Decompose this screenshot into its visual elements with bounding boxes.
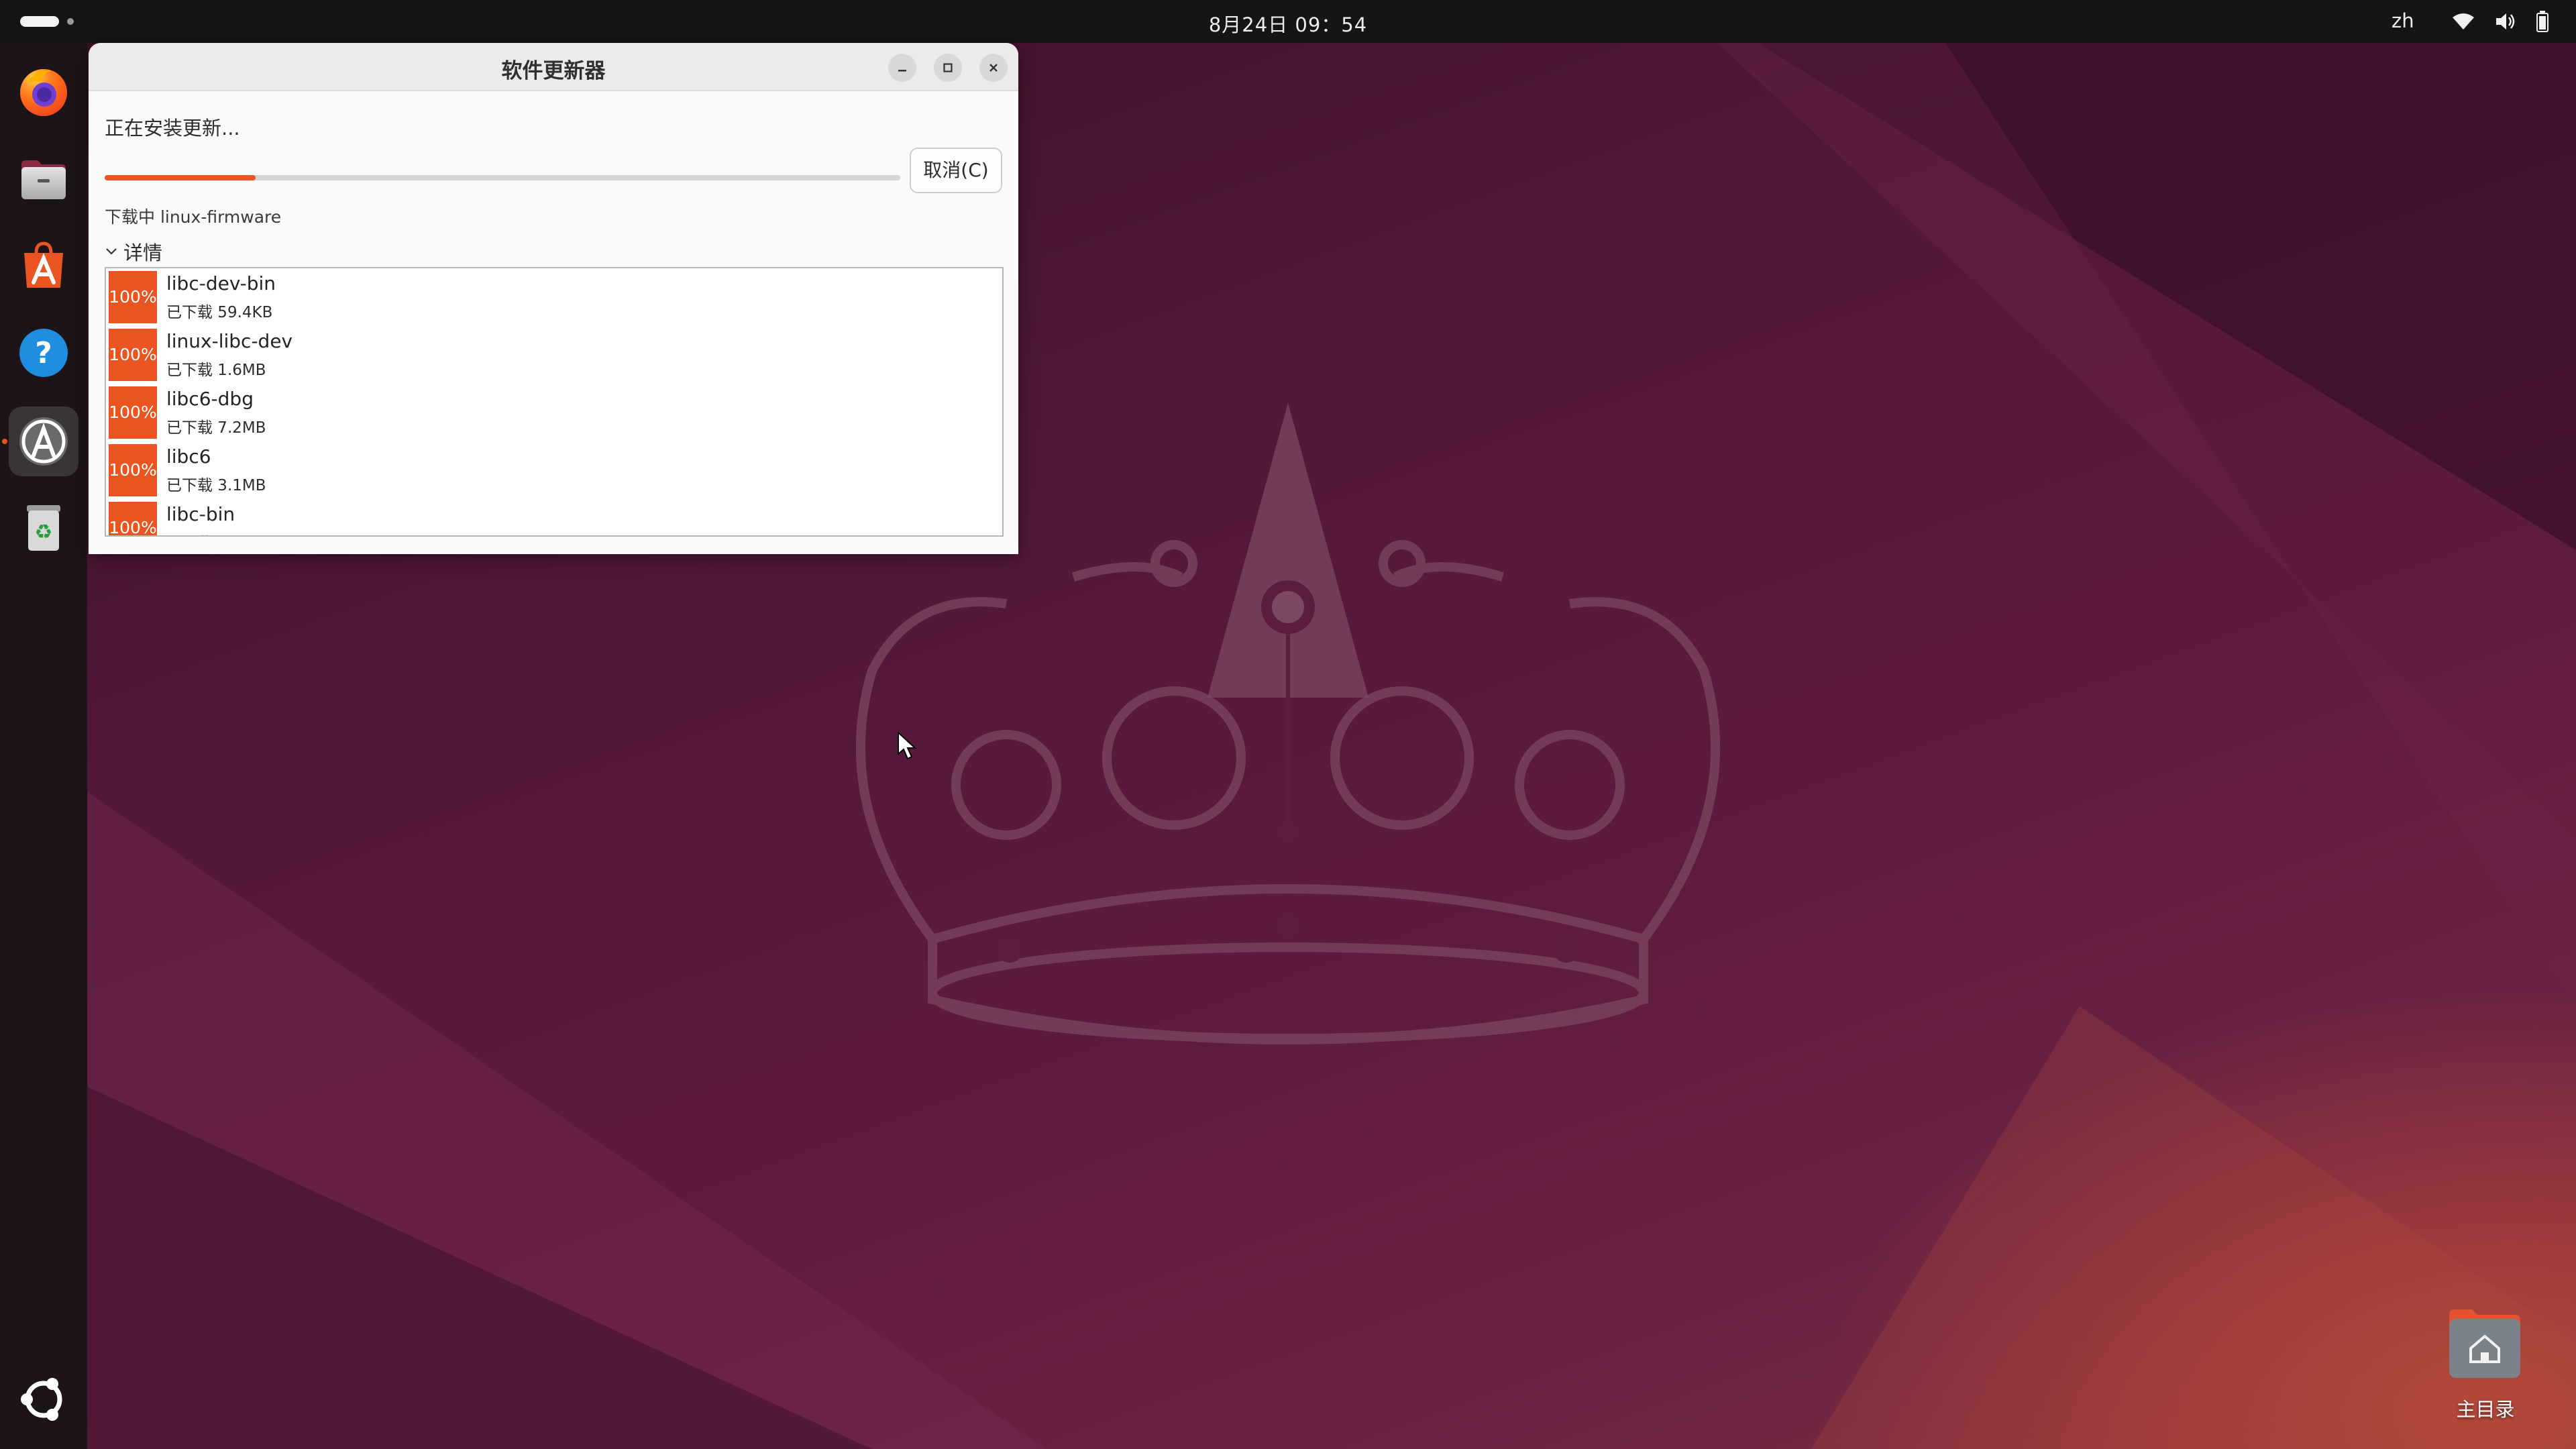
maximize-icon (943, 63, 953, 72)
list-item: 100% libc6-dbg 已下载 7.2MB (106, 384, 1002, 441)
clock[interactable]: 8月24日 09：54 (0, 9, 2576, 38)
list-item: 100% libc6 已下载 3.1MB (106, 441, 1002, 499)
package-progress: 100% (109, 271, 157, 323)
dock-app-center[interactable] (9, 231, 78, 301)
package-downloaded: 已下载 7.2MB (166, 419, 266, 437)
package-name: libc6 (166, 445, 211, 468)
details-label: 详情 (123, 241, 163, 264)
package-downloaded: 已下载 3.1MB (166, 477, 266, 494)
package-downloaded: 已下载 ... (166, 530, 232, 535)
dock-software-updater[interactable] (9, 407, 78, 476)
dock-trash[interactable]: ♻ (9, 492, 78, 562)
list-item: 100% linux-libc-dev 已下载 1.6MB (106, 326, 1002, 384)
dock-firefox[interactable] (9, 56, 78, 126)
svg-text:?: ? (35, 336, 52, 370)
volume-icon (2496, 13, 2515, 30)
top-bar: 8月24日 09：54 zh (0, 0, 2576, 43)
close-icon (989, 64, 998, 72)
mouse-cursor-icon (898, 731, 917, 760)
battery-icon (2536, 11, 2548, 32)
list-item: 100% libc-dev-bin 已下载 59.4KB (106, 268, 1002, 326)
dock-help[interactable]: ? (9, 318, 78, 388)
software-updater-window: 软件更新器 正在安装更新... 取消(C) 下载中 linux-firmware… (89, 43, 1018, 554)
show-apps-button[interactable] (9, 1364, 78, 1434)
package-name: linux-libc-dev (166, 330, 293, 352)
window-title: 软件更新器 (501, 59, 606, 83)
list-item: 100% libc-bin 已下载 ... (106, 499, 1002, 535)
package-progress: 100% (109, 444, 157, 496)
package-progress: 100% (109, 502, 157, 535)
package-downloaded: 已下载 59.4KB (166, 304, 273, 321)
system-tray[interactable] (2452, 11, 2548, 32)
details-expander[interactable]: 详情 (105, 237, 162, 266)
input-method-indicator[interactable]: zh (2392, 9, 2414, 32)
running-indicator (2, 439, 7, 444)
cancel-button[interactable]: 取消(C) (910, 148, 1002, 193)
minimize-icon (898, 70, 906, 72)
package-name: libc-bin (166, 503, 235, 525)
install-status: 正在安装更新... (105, 117, 240, 140)
software-updater-icon (19, 417, 68, 466)
minimize-button[interactable] (888, 54, 916, 82)
wifi-icon (2453, 13, 2474, 30)
package-progress: 100% (109, 386, 157, 439)
firefox-icon (20, 69, 67, 116)
install-progress-fill (105, 175, 256, 180)
package-name: libc6-dbg (166, 388, 254, 410)
home-folder-label[interactable]: 主目录 (2422, 1394, 2549, 1422)
package-list[interactable]: 100% libc-dev-bin 已下载 59.4KB 100% linux-… (105, 267, 1004, 537)
svg-text:♻: ♻ (35, 521, 53, 544)
package-progress: 100% (109, 329, 157, 381)
help-icon: ? (19, 329, 68, 377)
chevron-down-icon (106, 248, 117, 255)
download-status: 下载中 linux-firmware (105, 207, 282, 227)
maximize-button[interactable] (934, 54, 962, 82)
app-center-icon (24, 241, 63, 288)
dock-files[interactable] (9, 144, 78, 213)
package-name: libc-dev-bin (166, 272, 276, 294)
home-folder-icon[interactable] (2445, 1307, 2524, 1381)
files-icon (21, 160, 66, 199)
trash-icon: ♻ (27, 505, 60, 551)
close-button[interactable] (979, 54, 1008, 82)
install-progress-bar (105, 175, 900, 180)
window-titlebar[interactable]: 软件更新器 (89, 43, 1018, 91)
ubuntu-logo-icon (21, 1378, 62, 1421)
package-downloaded: 已下载 1.6MB (166, 362, 266, 379)
dock: ? ♻ (0, 43, 87, 1449)
